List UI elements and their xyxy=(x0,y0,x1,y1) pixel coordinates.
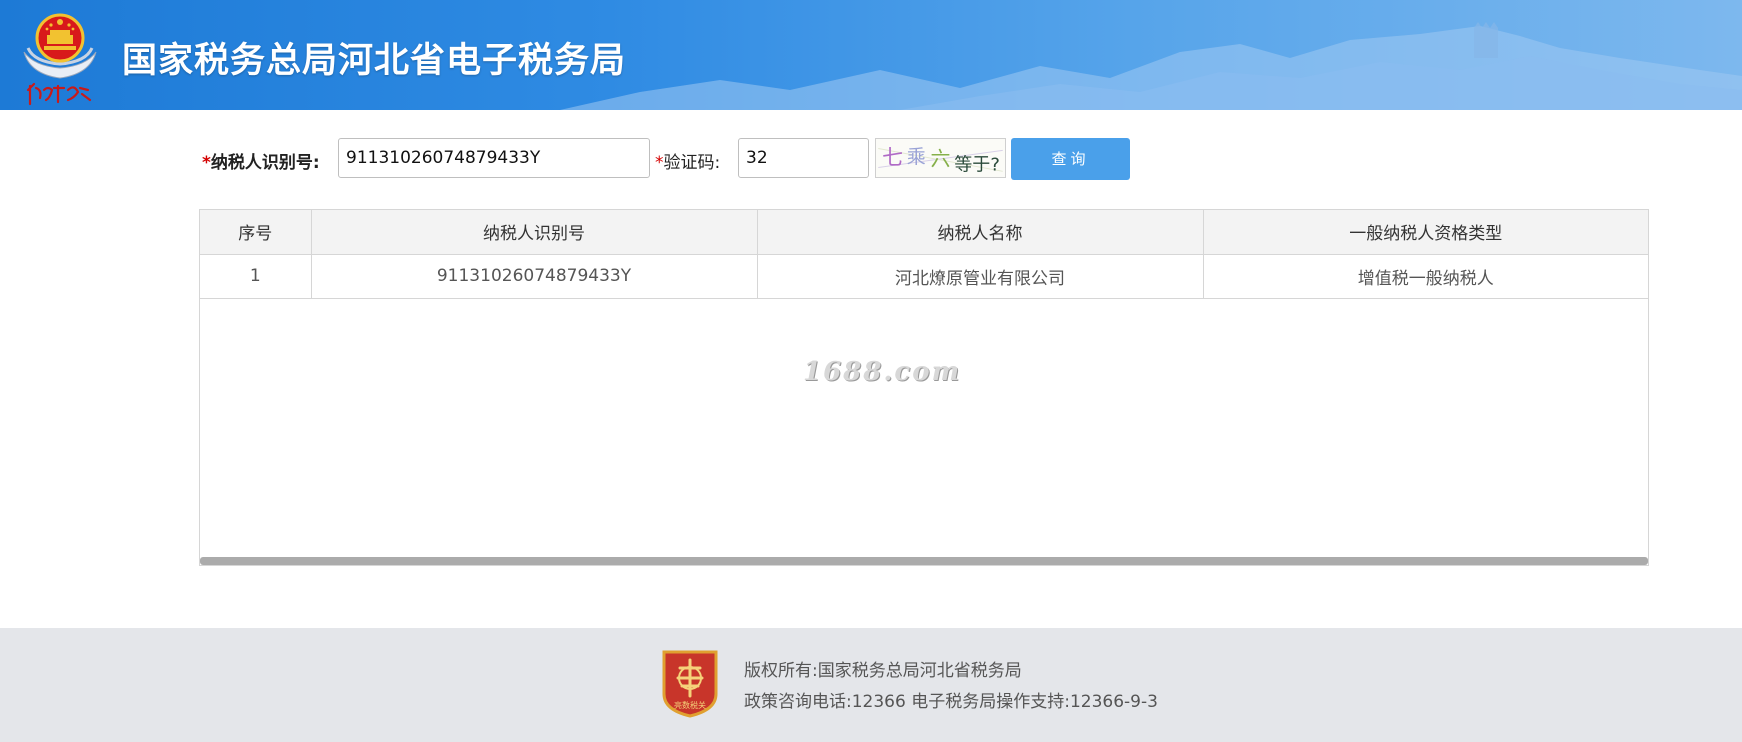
table-header-row: 序号 纳税人识别号 纳税人名称 一般纳税人资格类型 xyxy=(200,210,1648,255)
column-header-taxid: 纳税人识别号 xyxy=(311,210,758,255)
column-header-name: 纳税人名称 xyxy=(757,210,1204,255)
badge-caption: 亮数税关 xyxy=(674,700,706,710)
taxid-label: *纳税人识别号: xyxy=(202,153,320,173)
watermark: 1688.com xyxy=(803,357,962,387)
tax-badge-logo: 亮数税关 xyxy=(662,650,718,718)
site-header: 国家税务总局河北省电子税务局 xyxy=(0,0,1742,110)
taxid-input[interactable] xyxy=(338,138,650,178)
captcha-char: 等于? xyxy=(954,154,1000,175)
captcha-char: 六 xyxy=(931,147,951,171)
required-mark: * xyxy=(655,153,664,173)
results-table: 序号 纳税人识别号 纳税人名称 一般纳税人资格类型 1 911310260748… xyxy=(200,210,1648,299)
cell-qualification: 增值税一般纳税人 xyxy=(1203,254,1648,299)
required-mark: * xyxy=(202,153,211,173)
query-button[interactable]: 查询 xyxy=(1011,138,1130,180)
horizontal-scrollbar[interactable] xyxy=(200,557,1648,565)
results-table-container: 序号 纳税人识别号 纳税人名称 一般纳税人资格类型 1 911310260748… xyxy=(199,209,1649,566)
captcha-char: 乘 xyxy=(907,146,926,168)
site-footer: 亮数税关 版权所有:国家税务总局河北省税务局 政策咨询电话:12366 电子税务… xyxy=(0,628,1742,742)
cell-taxid: 91131026074879433Y xyxy=(311,254,758,299)
cell-index: 1 xyxy=(200,254,312,299)
cell-name: 河北燎原管业有限公司 xyxy=(757,254,1204,299)
captcha-char: 七 xyxy=(882,146,903,170)
column-header-index: 序号 xyxy=(200,210,312,255)
captcha-label: *验证码: xyxy=(655,153,721,173)
copyright-text: 版权所有:国家税务总局河北省税务局 xyxy=(744,661,1022,681)
column-header-qualification: 一般纳税人资格类型 xyxy=(1203,210,1648,255)
tax-emblem-logo xyxy=(23,13,97,106)
captcha-input[interactable] xyxy=(738,138,869,178)
contact-text: 政策咨询电话:12366 电子税务局操作支持:12366-9-3 xyxy=(744,692,1158,712)
site-title: 国家税务总局河北省电子税务局 xyxy=(122,41,627,81)
search-form: *纳税人识别号: *验证码: 七 乘 六 等于? 查询 xyxy=(0,138,1742,180)
table-row: 1 91131026074879433Y 河北燎原管业有限公司 增值税一般纳税人 xyxy=(200,254,1648,299)
captcha-image[interactable]: 七 乘 六 等于? xyxy=(875,138,1006,178)
